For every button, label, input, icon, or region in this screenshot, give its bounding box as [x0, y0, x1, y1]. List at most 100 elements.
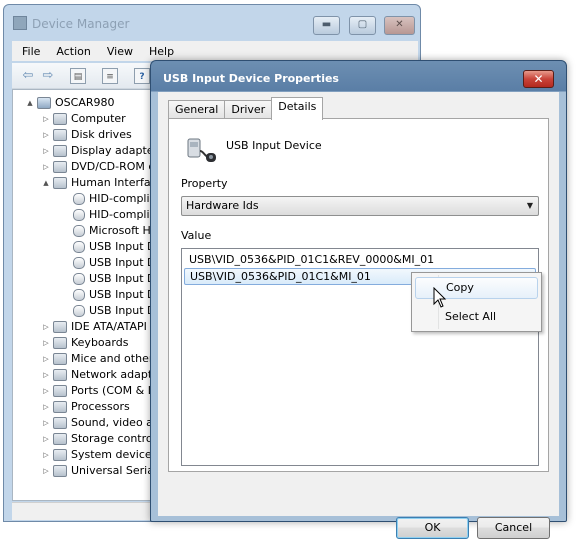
dialog-close-button[interactable]: ✕ — [523, 70, 554, 88]
tree-category-node[interactable]: ▷ Keyboards — [41, 335, 128, 351]
tree-category-node[interactable]: ▷ Sound, video ar — [41, 415, 157, 431]
forward-arrow-icon[interactable]: ⇨ — [40, 68, 56, 84]
ok-button[interactable]: OK — [396, 517, 469, 539]
device-name: USB Input Device — [226, 139, 322, 152]
tree-category-node[interactable]: ▷ Processors — [41, 399, 130, 415]
tree-node-label: Display adapter — [71, 144, 159, 157]
ide-icon — [53, 321, 67, 333]
menu-file[interactable]: File — [22, 45, 40, 58]
hid-device-icon — [73, 209, 85, 221]
tree-device-node[interactable]: HID-complia — [71, 191, 156, 207]
expander-icon[interactable]: ▷ — [41, 383, 51, 399]
expander-icon[interactable]: ▷ — [41, 431, 51, 447]
expander-icon[interactable]: ▷ — [41, 159, 51, 175]
menu-bar: File Action View Help — [12, 41, 418, 61]
value-item[interactable]: USB\VID_0536&PID_01C1&REV_0000&MI_01 — [184, 251, 536, 268]
hid-device-icon — [73, 289, 85, 301]
help-icon[interactable]: ? — [134, 68, 150, 84]
expander-icon[interactable]: ▷ — [41, 367, 51, 383]
tree-device-node[interactable]: USB Input D — [71, 287, 156, 303]
system-icon — [53, 449, 67, 461]
chevron-down-icon: ▼ — [526, 201, 533, 210]
keyboard-icon — [53, 337, 67, 349]
tree-category-node[interactable]: ▷ Ports (COM & L — [41, 383, 154, 399]
tree-root-node[interactable]: ▲ OSCAR980 — [25, 95, 115, 111]
hid-device-icon — [73, 257, 85, 269]
tree-category-node[interactable]: ▷ Computer — [41, 111, 126, 127]
expander-icon[interactable]: ▷ — [41, 111, 51, 127]
tree-device-node[interactable]: USB Input D — [71, 271, 156, 287]
tree-category-node[interactable]: ▷ DVD/CD-ROM d — [41, 159, 155, 175]
maximize-button[interactable]: ▢ — [349, 16, 376, 35]
tree-device-node[interactable]: USB Input D — [71, 239, 156, 255]
expander-icon[interactable]: ▷ — [41, 143, 51, 159]
network-icon — [53, 369, 67, 381]
show-hide-tree-icon[interactable]: ▤ — [70, 68, 86, 84]
tree-node-label: USB Input D — [89, 288, 156, 301]
tree-node-label: Ports (COM & L — [71, 384, 154, 397]
tree-category-node[interactable]: ▷ Disk drives — [41, 127, 132, 143]
tree-category-node[interactable]: ▷ IDE ATA/ATAPI — [41, 319, 147, 335]
expander-icon[interactable]: ▲ — [41, 175, 51, 191]
display-icon — [53, 145, 67, 157]
dm-close-button[interactable]: ✕ — [384, 16, 415, 35]
menu-action[interactable]: Action — [56, 45, 90, 58]
tree-node-label: Microsoft H — [89, 224, 151, 237]
usb-device-icon — [187, 138, 216, 162]
expander-icon[interactable]: ▲ — [25, 95, 35, 111]
hid-device-icon — [73, 225, 85, 237]
cancel-button[interactable]: Cancel — [477, 517, 550, 539]
back-arrow-icon[interactable]: ⇦ — [20, 68, 36, 84]
tree-node-label: Processors — [71, 400, 130, 413]
tree-device-node[interactable]: Microsoft H — [71, 223, 151, 239]
tree-category-node[interactable]: ▷ Universal Serial — [41, 463, 157, 479]
tree-category-node[interactable]: ▲ Human Interfac — [41, 175, 157, 191]
expander-icon[interactable]: ▷ — [41, 335, 51, 351]
tree-node-label: Keyboards — [71, 336, 129, 349]
tree-category-node[interactable]: ▷ Storage control — [41, 431, 156, 447]
expander-icon[interactable]: ▷ — [41, 127, 51, 143]
tab-general[interactable]: General — [168, 100, 226, 120]
tree-node-label: Storage control — [71, 432, 156, 445]
menu-help[interactable]: Help — [149, 45, 174, 58]
tree-node-label: DVD/CD-ROM d — [71, 160, 156, 173]
expander-icon[interactable]: ▷ — [41, 415, 51, 431]
expander-icon[interactable]: ▷ — [41, 351, 51, 367]
expander-icon[interactable]: ▷ — [41, 447, 51, 463]
dialog-title: USB Input Device Properties — [163, 72, 339, 85]
tree-node-label: Mice and other — [71, 352, 154, 365]
menu-item-select-all[interactable]: Select All — [415, 307, 538, 329]
tree-node-label: USB Input D — [89, 272, 156, 285]
menu-view[interactable]: View — [107, 45, 133, 58]
tree-node-label: Universal Serial — [71, 464, 158, 477]
property-dropdown[interactable]: Hardware Ids ▼ — [181, 196, 539, 216]
tree-category-node[interactable]: ▷ Mice and other — [41, 351, 153, 367]
minimize-button[interactable]: ▬ — [313, 16, 340, 35]
expander-icon[interactable]: ▷ — [41, 399, 51, 415]
tab-details[interactable]: Details — [271, 97, 324, 120]
mouse-icon — [53, 353, 67, 365]
tree-node-label: Computer — [71, 112, 126, 125]
tree-node-label: USB Input D — [89, 240, 156, 253]
tree-node-label: Human Interfac — [71, 176, 157, 189]
tree-category-node[interactable]: ▷ Display adapter — [41, 143, 158, 159]
tree-device-node[interactable]: USB Input D — [71, 303, 156, 319]
tree-node-label: System devices — [71, 448, 158, 461]
tree-node-label: Network adapte — [71, 368, 159, 381]
tree-device-node[interactable]: USB Input D — [71, 255, 156, 271]
disk-icon — [53, 129, 67, 141]
expander-icon[interactable]: ▷ — [41, 319, 51, 335]
tree-node-label: IDE ATA/ATAPI — [71, 320, 147, 333]
tab-strip: General Driver Details — [168, 97, 324, 120]
expander-icon[interactable]: ▷ — [41, 463, 51, 479]
properties-icon[interactable]: ≡ — [102, 68, 118, 84]
tree-category-node[interactable]: ▷ System devices — [41, 447, 157, 463]
tree-node-label: OSCAR980 — [55, 96, 115, 109]
property-label: Property — [181, 177, 228, 190]
tree-node-label: HID-complia — [89, 192, 157, 205]
tree-node-label: USB Input D — [89, 256, 156, 269]
tree-device-node[interactable]: HID-complia — [71, 207, 156, 223]
computer-root-icon — [37, 97, 51, 109]
tab-driver[interactable]: Driver — [224, 100, 273, 120]
tree-category-node[interactable]: ▷ Network adapte — [41, 367, 159, 383]
